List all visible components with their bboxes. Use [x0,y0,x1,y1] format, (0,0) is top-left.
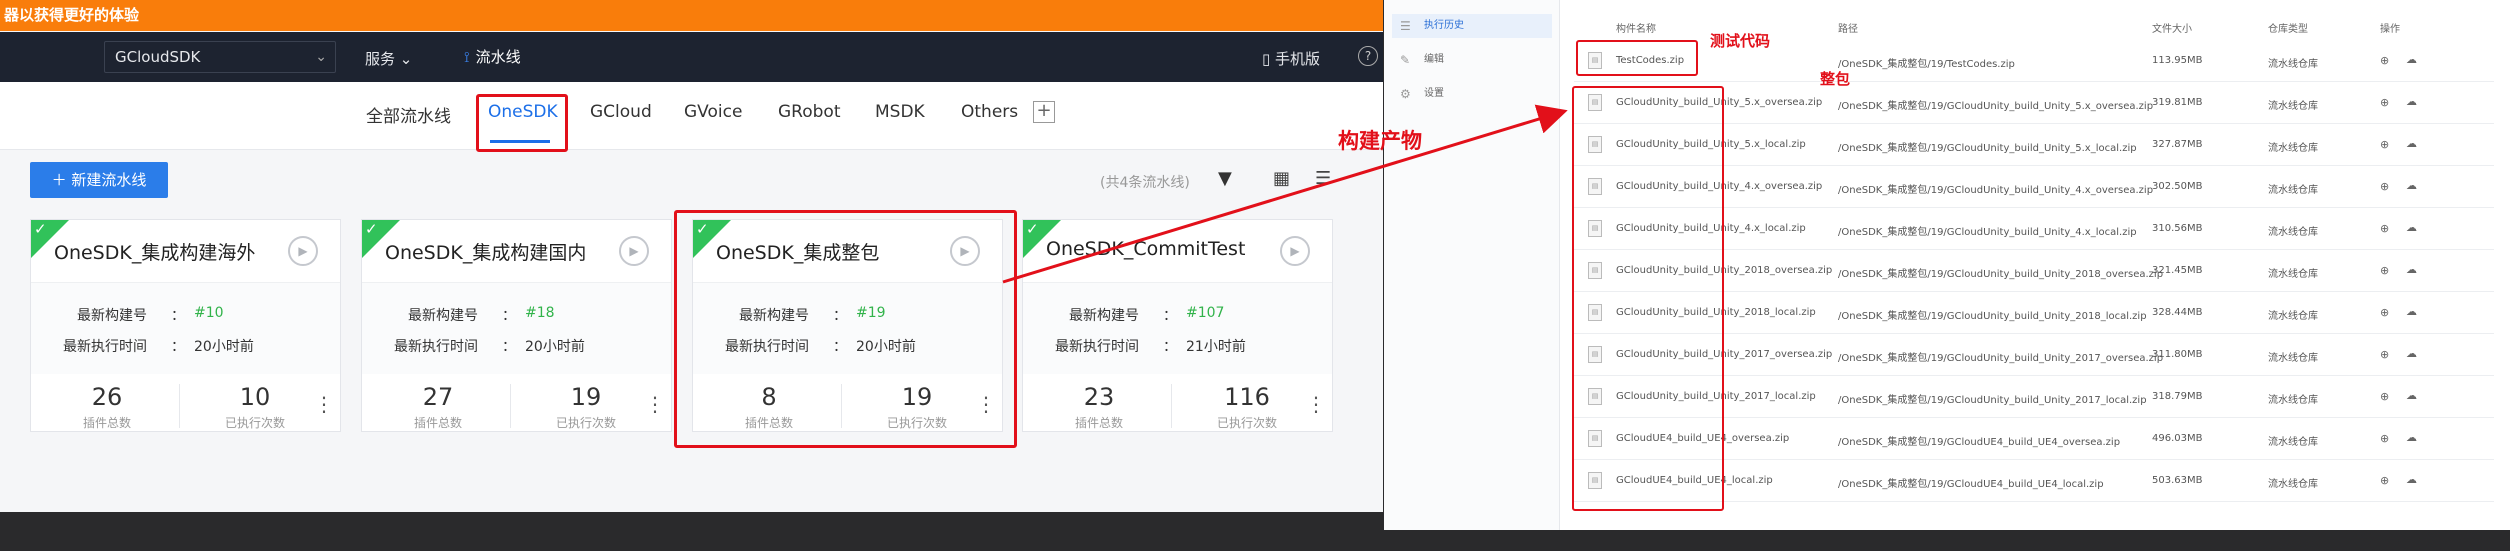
annotation-build-artifacts: 构建产物 [1338,129,1422,153]
annotation-arrow [1002,104,1568,284]
arrow-line [1002,104,1568,284]
